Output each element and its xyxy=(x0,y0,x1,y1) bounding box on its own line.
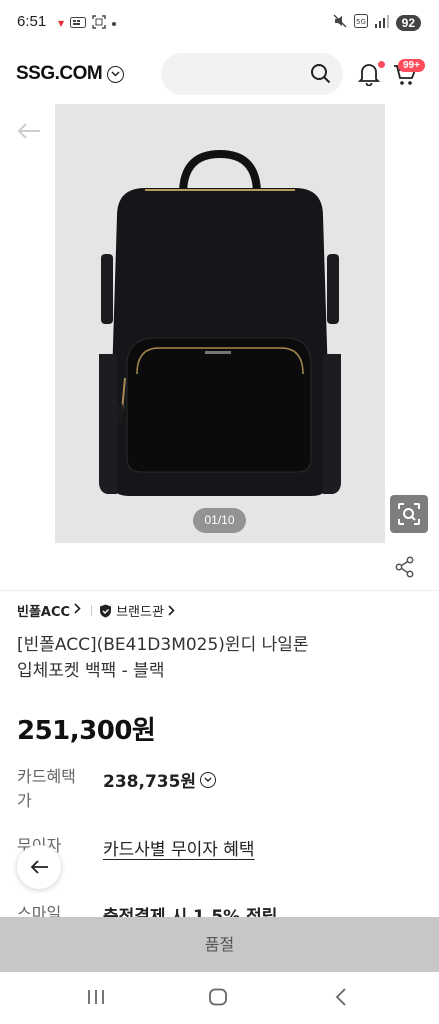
card-price-value: 238,735원 xyxy=(103,772,197,792)
home-icon[interactable] xyxy=(208,988,228,1010)
logo-text: SSG.COM xyxy=(16,63,103,84)
site-logo[interactable]: SSG.COM xyxy=(16,63,125,85)
product-price: 251,300원 xyxy=(17,716,156,746)
product-gallery[interactable]: 01/10 xyxy=(0,104,439,543)
status-right-icons: 5G 92 xyxy=(333,13,421,32)
brand-hall-link[interactable]: 브랜드관 xyxy=(99,601,175,620)
mute-icon xyxy=(333,13,347,32)
divider xyxy=(91,605,93,616)
chevron-down-icon[interactable] xyxy=(200,771,217,788)
back-nav-icon[interactable] xyxy=(334,988,348,1010)
points-value: 충전결제 시 1.5% 적립 xyxy=(103,902,277,917)
scan-icon xyxy=(92,15,106,32)
status-bar: 6:51 ▼ 5G 92 xyxy=(0,0,439,46)
recent-apps-icon[interactable] xyxy=(86,988,106,1010)
soldout-button[interactable]: 품절 xyxy=(0,917,439,972)
chevron-right-icon xyxy=(168,605,175,616)
product-title-line-2: 입체포켓 백팩 - 블랙 xyxy=(17,661,165,681)
gallery-counter: 01/10 xyxy=(193,508,246,533)
lens-scan-icon xyxy=(398,503,420,525)
share-icon[interactable] xyxy=(395,556,415,582)
product-title: [빈폴ACC](BE41D3M025)윈디 나일론 입체포켓 백팩 - 블랙 xyxy=(17,632,417,684)
product-image[interactable] xyxy=(55,104,385,543)
image-search-button[interactable] xyxy=(390,495,428,533)
card-benefit-label-line-2: 가 xyxy=(17,791,32,810)
back-button[interactable] xyxy=(17,845,61,889)
status-left-icons: ▼ xyxy=(58,15,117,32)
installment-link[interactable]: 카드사별 무이자 혜택 xyxy=(103,835,255,860)
shield-check-icon xyxy=(100,604,112,617)
search-icon[interactable] xyxy=(310,63,331,88)
svg-text:5G: 5G xyxy=(356,18,366,26)
bell-icon[interactable] xyxy=(357,62,381,90)
system-nav-bar xyxy=(0,972,439,1024)
card-benefit-price[interactable]: 238,735원 xyxy=(103,767,217,792)
5g-icon: 5G xyxy=(353,13,368,32)
cart-count-badge: 99+ xyxy=(398,59,425,72)
notification-badge xyxy=(378,61,385,68)
backpack-illustration xyxy=(99,149,341,496)
keypad-icon xyxy=(70,16,87,31)
news-icon: ▼ xyxy=(58,19,65,28)
status-time: 6:51 xyxy=(17,13,47,30)
product-title-line-1: [빈폴ACC](BE41D3M025)윈디 나일론 xyxy=(17,635,309,655)
search-input[interactable] xyxy=(161,53,343,95)
card-benefit-label: 카드혜택 가 xyxy=(17,765,76,813)
points-label: 스마일 xyxy=(17,902,61,917)
brand-link[interactable]: 빈폴ACC xyxy=(17,601,70,620)
chevron-right-icon[interactable] xyxy=(74,603,81,618)
arrow-left-icon xyxy=(30,860,48,874)
gallery-prev-arrow-icon[interactable] xyxy=(16,122,42,144)
notification-dot-icon xyxy=(112,21,117,26)
app-header: SSG.COM 99+ xyxy=(0,46,439,104)
battery-indicator: 92 xyxy=(395,14,421,31)
points-label-text: 스마일 xyxy=(17,904,62,917)
share-row xyxy=(0,543,439,591)
signal-icon xyxy=(374,13,389,32)
chevron-down-icon[interactable] xyxy=(107,65,125,83)
card-benefit-label-line-1: 카드혜택 xyxy=(17,767,76,786)
brand-hall-label: 브랜드관 xyxy=(116,605,164,620)
brand-row: 빈폴ACC 브랜드관 xyxy=(17,601,175,620)
points-value-text: 충전결제 시 1.5% 적립 xyxy=(103,907,278,917)
